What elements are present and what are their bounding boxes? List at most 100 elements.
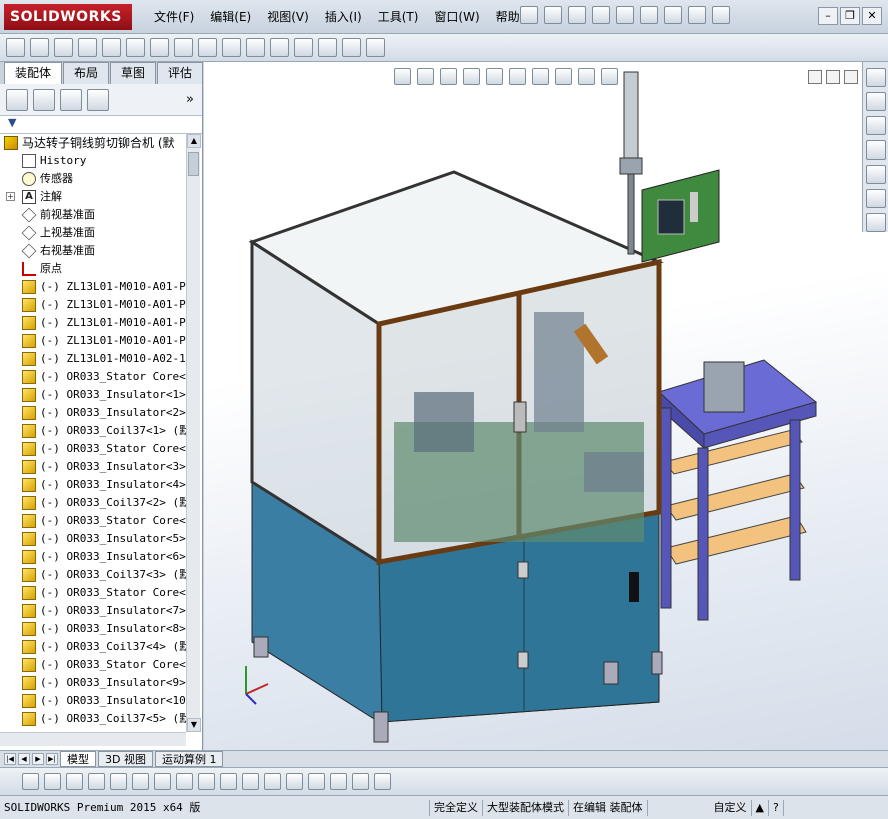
camera-icon[interactable] <box>352 773 369 790</box>
forum-icon[interactable] <box>865 212 886 232</box>
tree-item-component[interactable]: (-) OR033_Coil37<5> (默认 <box>0 710 186 728</box>
tree-item-component[interactable]: (-) ZL13L01-M010-A02-1-3 <box>0 350 186 368</box>
tree-item-component[interactable]: (-) ZL13L01-M010-A01-P02 <box>0 296 186 314</box>
tab-3d-view[interactable]: 3D 视图 <box>98 751 153 767</box>
tree-item-component[interactable]: (-) OR033_Stator Core<5> <box>0 656 186 674</box>
line-icon[interactable] <box>66 773 83 790</box>
tab-motion-study[interactable]: 运动算例 1 <box>154 751 224 767</box>
tree-item-component[interactable]: (-) OR033_Coil37<2> (默认 <box>0 494 186 512</box>
open-folder-icon[interactable] <box>568 6 586 24</box>
tree-root-assembly[interactable]: 马达转子铜线剪切铆合机 (默 <box>0 134 186 152</box>
box-3d-icon[interactable] <box>308 773 325 790</box>
polygon-icon[interactable] <box>88 773 105 790</box>
tree-item-component[interactable]: (-) OR033_Coil37<1> (默认 <box>0 422 186 440</box>
appearances-icon[interactable] <box>865 164 886 184</box>
tab-assembly[interactable]: 装配体 <box>4 62 63 85</box>
restore-button[interactable]: ❐ <box>840 7 860 25</box>
relations-icon[interactable] <box>286 773 303 790</box>
chevron-right-icon[interactable]: » <box>186 92 194 107</box>
pin-icon[interactable] <box>520 6 538 24</box>
view-palette-icon[interactable] <box>865 140 886 160</box>
instant3d-icon[interactable] <box>366 38 385 57</box>
new-part-icon[interactable] <box>30 38 49 57</box>
prev-tab-icon[interactable]: ◀ <box>18 753 30 765</box>
filter-icon[interactable]: ▼ <box>0 116 202 134</box>
chamfer-icon[interactable] <box>220 773 237 790</box>
tree-item-component[interactable]: (-) OR033_Insulator<4> <box>0 476 186 494</box>
tab-sketch[interactable]: 草图 <box>110 62 157 84</box>
bill-of-materials-icon[interactable] <box>246 38 265 57</box>
menu-tools[interactable]: 工具(T) <box>370 0 427 34</box>
tree-item-component[interactable]: (-) OR033_Insulator<8> <box>0 620 186 638</box>
tree-item-component[interactable]: (-) OR033_Insulator<2> <box>0 404 186 422</box>
reference-geometry-icon[interactable] <box>198 38 217 57</box>
table-icon[interactable] <box>374 773 391 790</box>
new-document-icon[interactable] <box>544 6 562 24</box>
dimension-icon[interactable] <box>242 773 259 790</box>
horizontal-scrollbar[interactable] <box>0 732 186 746</box>
minimize-button[interactable]: – <box>818 7 838 25</box>
save-icon[interactable] <box>592 6 610 24</box>
tree-item-component[interactable]: (-) OR033_Insulator<6> <box>0 548 186 566</box>
tree-item-component[interactable]: (-) OR033_Insulator<9> <box>0 674 186 692</box>
display-manager-icon[interactable] <box>87 88 109 111</box>
graphics-area[interactable] <box>204 62 888 750</box>
status-units[interactable]: 自定义 <box>648 799 752 816</box>
shaded-cube-icon[interactable] <box>330 773 347 790</box>
scroll-thumb[interactable] <box>188 152 199 176</box>
tree-item-front-plane[interactable]: 前视基准面 <box>0 206 186 224</box>
clearance-verification-icon[interactable] <box>342 38 361 57</box>
property-manager-icon[interactable] <box>33 88 55 111</box>
feature-manager-icon[interactable] <box>6 88 28 111</box>
units-dropdown-icon[interactable]: ▲ <box>752 799 769 816</box>
new-motion-study-icon[interactable] <box>222 38 241 57</box>
tree-item-top-plane[interactable]: 上视基准面 <box>0 224 186 242</box>
help-icon[interactable]: ? <box>769 799 784 816</box>
tree-item-component[interactable]: (-) ZL13L01-M010-A01-P03 <box>0 332 186 350</box>
assembly-features-icon[interactable] <box>174 38 193 57</box>
tree-item-origin[interactable]: 原点 <box>0 260 186 278</box>
tab-evaluate[interactable]: 评估 <box>157 62 204 84</box>
offset-icon[interactable] <box>154 773 171 790</box>
move-component-icon[interactable] <box>126 38 145 57</box>
insert-component-icon[interactable] <box>6 38 25 57</box>
help-icon[interactable] <box>712 6 730 24</box>
scroll-down-icon[interactable]: ▼ <box>187 718 201 732</box>
menu-edit[interactable]: 编辑(E) <box>202 0 259 34</box>
close-button[interactable]: ✕ <box>862 7 882 25</box>
tree-item-component[interactable]: (-) OR033_Insulator<1> <box>0 386 186 404</box>
configuration-manager-icon[interactable] <box>60 88 82 111</box>
tree-item-history[interactable]: History <box>0 152 186 170</box>
tree-item-component[interactable]: (-) OR033_Insulator<10> <box>0 692 186 710</box>
scroll-up-icon[interactable]: ▲ <box>187 134 201 148</box>
tree-item-component[interactable]: (-) OR033_Stator Core<4> <box>0 584 186 602</box>
interference-detection-icon[interactable] <box>318 38 337 57</box>
grid-icon[interactable] <box>264 773 281 790</box>
tree-item-component[interactable]: (-) OR033_Coil37<3> (默认 <box>0 566 186 584</box>
print-icon[interactable] <box>616 6 634 24</box>
explode-line-sketch-icon[interactable] <box>294 38 313 57</box>
circle-icon[interactable] <box>44 773 61 790</box>
tree-item-component[interactable]: (-) OR033_Stator Core<1> <box>0 368 186 386</box>
extend-icon[interactable] <box>132 773 149 790</box>
tree-item-component[interactable]: (-) OR033_Coil37<4> (默认 <box>0 638 186 656</box>
tree-item-component[interactable]: (-) OR033_Stator Core<3> <box>0 512 186 530</box>
rebuild-icon[interactable] <box>688 6 706 24</box>
menu-file[interactable]: 文件(F) <box>146 0 202 34</box>
fillet-icon[interactable] <box>198 773 215 790</box>
tree-item-component[interactable]: (-) ZL13L01-M010-A01-P03 <box>0 314 186 332</box>
tree-item-component[interactable]: (-) ZL13L01-M010-A01-P01 <box>0 278 186 296</box>
vertical-scrollbar[interactable]: ▲ ▼ <box>186 134 201 732</box>
design-library-icon[interactable] <box>865 92 886 112</box>
tree-item-right-plane[interactable]: 右视基准面 <box>0 242 186 260</box>
expand-icon[interactable]: + <box>6 192 15 201</box>
tab-model[interactable]: 模型 <box>60 751 96 767</box>
next-tab-icon[interactable]: ▶ <box>32 753 44 765</box>
tree-item-component[interactable]: (-) OR033_Insulator<7> <box>0 602 186 620</box>
save-icon[interactable] <box>22 773 39 790</box>
solidworks-resources-icon[interactable] <box>865 68 886 88</box>
menu-window[interactable]: 窗口(W) <box>426 0 487 34</box>
show-hidden-icon[interactable] <box>150 38 169 57</box>
custom-properties-icon[interactable] <box>865 188 886 208</box>
smart-fasteners-icon[interactable] <box>102 38 121 57</box>
